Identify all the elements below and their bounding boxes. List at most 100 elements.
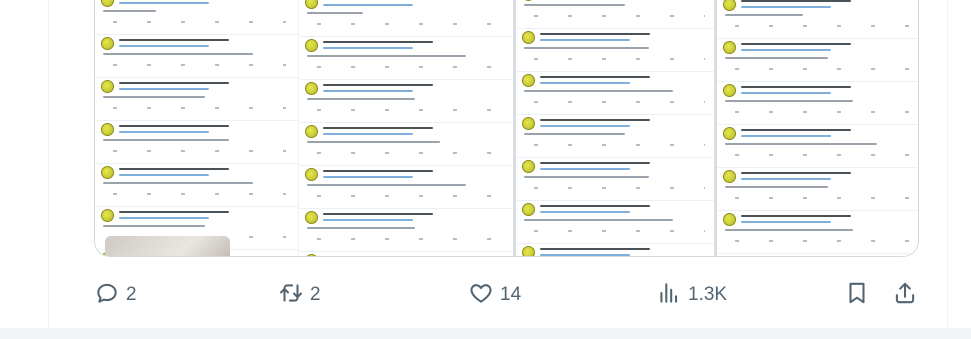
tweet-media-image[interactable] xyxy=(94,0,919,257)
mini-tweet-line xyxy=(103,10,156,12)
mini-tweet-line xyxy=(540,33,650,35)
mini-tweet-line xyxy=(317,238,502,240)
mini-tweet xyxy=(95,164,298,207)
mini-tweet-line xyxy=(113,64,286,66)
mini-tweet-line xyxy=(113,21,286,23)
mini-tweet-line xyxy=(307,227,415,229)
screenshot-column-4 xyxy=(714,0,918,256)
bookmark-button[interactable] xyxy=(844,278,870,312)
bookmark-icon xyxy=(844,280,870,311)
avatar xyxy=(723,0,736,11)
mini-tweet xyxy=(717,211,918,254)
mini-tweet xyxy=(95,35,298,78)
mini-tweet-line xyxy=(119,2,209,4)
mini-tweet-line xyxy=(725,186,828,188)
mini-tweet-line xyxy=(323,41,433,43)
avatar xyxy=(101,209,114,222)
avatar xyxy=(305,0,318,9)
mini-tweet xyxy=(516,29,714,72)
mini-tweet-line xyxy=(317,23,502,25)
mini-tweet xyxy=(95,0,298,35)
mini-tweet-line xyxy=(735,25,911,27)
mini-tweet-line xyxy=(113,150,286,152)
mini-tweet xyxy=(516,115,714,158)
mini-tweet-line xyxy=(735,68,911,70)
mini-tweet-line xyxy=(119,168,229,170)
share-button[interactable] xyxy=(892,278,918,312)
mini-tweet-line xyxy=(119,131,209,133)
mini-tweet-line xyxy=(741,49,831,51)
reply-button[interactable]: 2 xyxy=(94,278,137,312)
mini-tweet-line xyxy=(317,109,502,111)
mini-tweet-line xyxy=(307,184,467,186)
repost-arrows-icon xyxy=(278,280,304,311)
avatar xyxy=(305,125,318,138)
mini-tweet xyxy=(95,121,298,164)
mini-tweet-line xyxy=(323,47,413,49)
mini-tweet-line xyxy=(540,82,630,84)
avatar xyxy=(723,41,736,54)
repost-count: 2 xyxy=(310,284,321,305)
mini-tweet-line xyxy=(741,221,831,223)
avatar xyxy=(101,80,114,93)
share-upload-icon xyxy=(892,280,918,311)
mini-tweet-line xyxy=(113,193,286,195)
mini-tweet-line xyxy=(540,205,650,207)
mini-tweet-line xyxy=(524,90,673,92)
mini-tweet xyxy=(717,0,918,39)
mini-tweet-line xyxy=(524,4,625,6)
avatar xyxy=(522,203,535,216)
mini-tweet-line xyxy=(741,172,851,174)
mini-tweet-line xyxy=(323,84,433,86)
mini-tweet xyxy=(299,252,513,256)
mini-tweet xyxy=(299,166,513,209)
mini-tweet-line xyxy=(725,143,878,145)
mini-tweet-line xyxy=(725,57,828,59)
mini-tweet-line xyxy=(524,133,625,135)
mini-tweet-line xyxy=(103,139,229,141)
mini-tweet-line xyxy=(540,125,630,127)
mini-tweet xyxy=(717,39,918,82)
next-post-divider xyxy=(0,328,971,339)
repost-button[interactable]: 2 xyxy=(278,278,321,312)
mini-tweet-line xyxy=(323,127,433,129)
screenshot-column-3 xyxy=(513,0,714,256)
avatar xyxy=(305,39,318,52)
like-button[interactable]: 14 xyxy=(468,278,521,312)
avatar xyxy=(522,31,535,44)
avatar xyxy=(101,166,114,179)
mini-tweet-line xyxy=(524,219,673,221)
mini-tweet-line xyxy=(735,240,911,242)
mini-tweet-line xyxy=(323,213,433,215)
mini-tweet xyxy=(299,123,513,166)
mini-tweet-line xyxy=(741,86,851,88)
mini-tweet-line xyxy=(317,152,502,154)
mini-tweet-line xyxy=(119,174,209,176)
mini-tweet-line xyxy=(323,90,413,92)
reply-count: 2 xyxy=(126,284,137,305)
tweet-action-bar: 2 2 14 1.3K xyxy=(94,278,924,312)
avatar xyxy=(101,37,114,50)
mini-tweet xyxy=(516,0,714,29)
avatar xyxy=(305,254,318,256)
avatar xyxy=(101,123,114,136)
mini-tweet-line xyxy=(741,92,831,94)
mini-tweet-line xyxy=(534,230,705,232)
mini-tweet-line xyxy=(735,111,911,113)
mini-tweet-line xyxy=(741,215,851,217)
mini-tweet-line xyxy=(119,82,229,84)
views-button[interactable]: 1.3K xyxy=(656,278,727,312)
bar-chart-icon xyxy=(656,280,682,311)
avatar xyxy=(723,213,736,226)
mini-tweet-line xyxy=(113,107,286,109)
mini-tweet-line xyxy=(725,100,853,102)
mini-tweet xyxy=(299,0,513,37)
mini-tweet-line xyxy=(323,133,413,135)
mini-tweet-line xyxy=(119,211,229,213)
avatar xyxy=(723,170,736,183)
mini-tweet-line xyxy=(534,58,705,60)
mini-tweet-line xyxy=(534,187,705,189)
reply-bubble-icon xyxy=(94,280,120,311)
views-count: 1.3K xyxy=(688,284,728,305)
mini-tweet-line xyxy=(741,135,831,137)
